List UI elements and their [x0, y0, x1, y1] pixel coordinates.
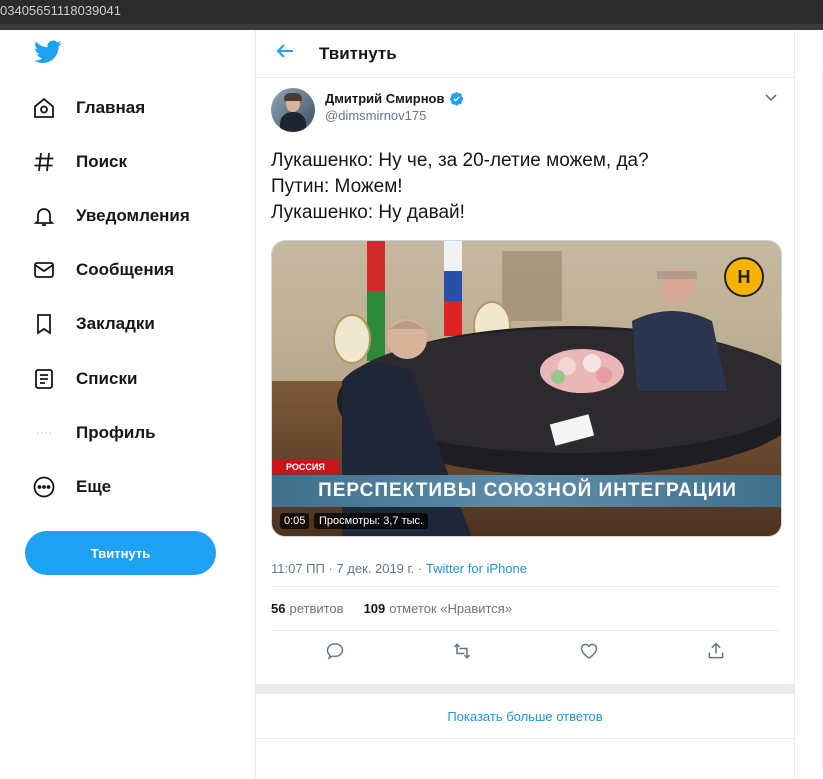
right-column [795, 30, 823, 779]
tweet-stats: 56 ретвитов 109 отметок «Нравится» [271, 587, 779, 631]
sidebar-item-notifications[interactable]: Уведомления [24, 196, 190, 236]
sidebar-item-label: Закладки [76, 314, 155, 333]
reply-icon [325, 641, 345, 666]
sidebar-item-label: Еще [76, 477, 112, 496]
arrow-left-icon [276, 43, 294, 64]
share-icon [706, 641, 726, 666]
main-column: Твитнуть Дмитрий Смирнов @dimsmirnov175 … [255, 30, 795, 779]
sidebar-item-label: Главная [76, 98, 146, 117]
retweets-label: ретвитов [289, 601, 344, 616]
bell-icon [32, 204, 56, 228]
tweet-timestamp[interactable]: 11:07 ПП · 7 дек. 2019 г. · [271, 561, 426, 576]
video-banner: ПЕРСПЕКТИВЫ СОЮЗНОЙ ИНТЕГРАЦИИ [272, 475, 781, 507]
page-header: Твитнуть [256, 30, 794, 78]
compose-tweet-button[interactable]: Твитнуть [25, 531, 216, 575]
avatar[interactable] [271, 88, 315, 132]
profile-icon [32, 421, 56, 445]
window-titlebar: 03405651118039041 [0, 0, 823, 24]
likes-stat[interactable]: 109 отметок «Нравится» [364, 601, 513, 616]
retweets-count: 56 [271, 601, 286, 616]
sidebar-item-home[interactable]: Главная [24, 88, 145, 128]
sidebar-item-label: Сообщения [76, 260, 174, 279]
tweet-author: Дмитрий Смирнов @dimsmirnov175 [271, 88, 779, 140]
author-display-name[interactable]: Дмитрий Смирнов [325, 91, 464, 106]
hashtag-icon [32, 150, 56, 174]
sidebar-item-explore[interactable]: Поиск [24, 142, 127, 182]
chevron-down-icon[interactable] [762, 88, 780, 106]
retweet-button[interactable] [445, 636, 479, 670]
likes-label: отметок «Нравится» [389, 601, 513, 616]
page-title: Твитнуть [319, 43, 397, 63]
retweet-icon [451, 641, 473, 666]
window-title: 03405651118039041 [0, 3, 121, 18]
like-button[interactable] [572, 636, 606, 670]
author-name-text[interactable]: Дмитрий Смирнов [325, 91, 445, 106]
tweet-video[interactable]: Н РОССИЯ ПЕРСПЕКТИВЫ СОЮЗНОЙ ИНТЕГРАЦИИ … [271, 240, 782, 537]
share-button[interactable] [699, 636, 733, 670]
heart-icon [579, 641, 599, 666]
twitter-bird-icon[interactable] [34, 40, 62, 64]
sidebar-item-lists[interactable]: Списки [24, 359, 137, 399]
video-tag: РОССИЯ [272, 460, 339, 474]
author-handle[interactable]: @dimsmirnov175 [325, 108, 464, 123]
sidebar-item-messages[interactable]: Сообщения [24, 250, 174, 290]
sidebar-item-label: Поиск [76, 152, 128, 171]
back-button[interactable] [266, 35, 304, 73]
tweet-text-line: Путин: Можем! [271, 176, 403, 197]
bookmark-icon [32, 312, 56, 336]
more-dots-icon [32, 475, 56, 499]
tweet-meta: 11:07 ПП · 7 дек. 2019 г. · Twitter for … [271, 561, 779, 587]
envelope-icon [32, 258, 56, 282]
tweet-detail: Дмитрий Смирнов @dimsmirnov175 Лукашенко… [256, 78, 794, 675]
likes-count: 109 [363, 601, 386, 616]
retweets-stat[interactable]: 56 ретвитов [271, 601, 344, 616]
video-duration: 0:05 [280, 513, 310, 529]
video-views: Просмотры: 3,7 тыс. [314, 513, 429, 529]
tweet-actions [271, 631, 779, 675]
section-divider [256, 684, 794, 694]
sidebar-item-label: Списки [76, 369, 138, 388]
home-icon [32, 96, 56, 120]
reply-button[interactable] [318, 636, 352, 670]
list-icon [32, 367, 56, 391]
sidebar-item-profile[interactable]: Профиль [24, 413, 156, 453]
tweet-text: Лукашенко: Ну че, за 20-летие можем, да?… [271, 148, 779, 226]
sidebar-item-label: Уведомления [76, 206, 190, 225]
tweet-text-line: Лукашенко: Ну че, за 20-летие можем, да? [271, 150, 649, 171]
sidebar: Главная Поиск Уведомления Сообщения Закл… [0, 30, 255, 779]
channel-logo: Н [724, 257, 764, 297]
sidebar-item-bookmarks[interactable]: Закладки [24, 304, 155, 344]
tweet-source-link[interactable]: Twitter for iPhone [426, 561, 527, 576]
tweet-text-line: Лукашенко: Ну давай! [271, 202, 465, 223]
sidebar-item-more[interactable]: Еще [24, 467, 111, 507]
sidebar-item-label: Профиль [76, 423, 156, 442]
verified-badge-icon [449, 91, 464, 106]
show-more-replies-link[interactable]: Показать больше ответов [256, 694, 794, 739]
